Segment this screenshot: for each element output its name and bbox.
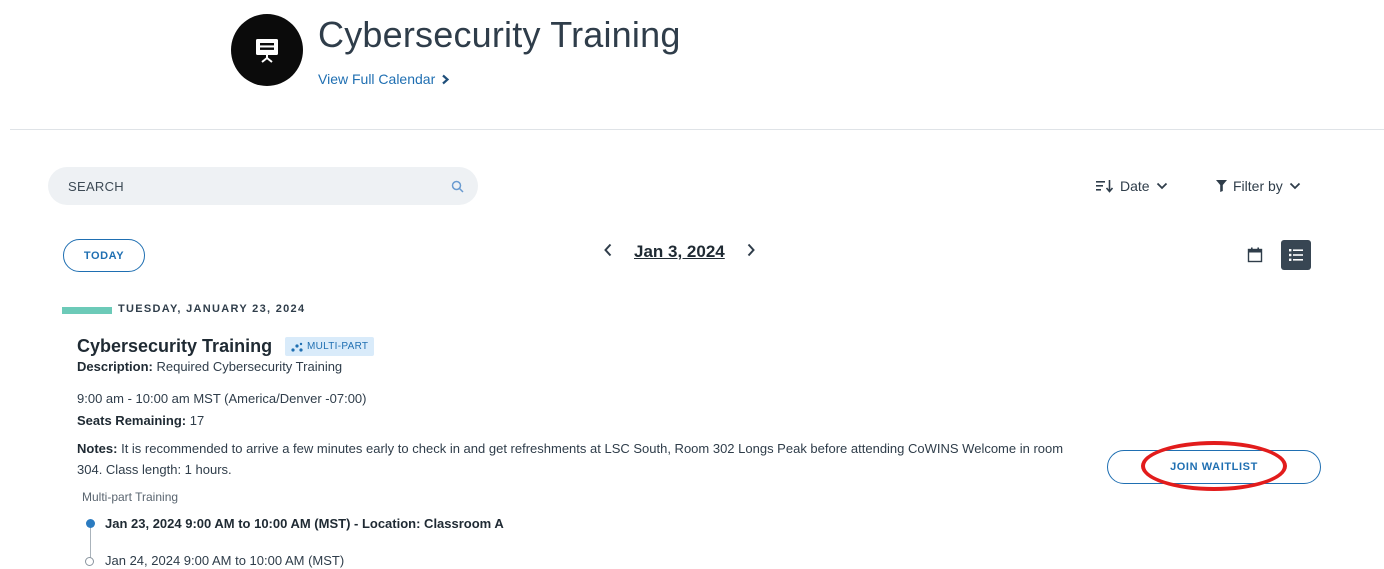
sort-label: Date [1120,178,1150,194]
join-waitlist-button[interactable]: JOIN WAITLIST [1107,450,1321,484]
chevron-down-icon [1156,182,1167,190]
current-date[interactable]: Jan 3, 2024 [634,242,725,262]
event-title[interactable]: Cybersecurity Training [77,336,272,357]
session-item: Jan 24, 2024 9:00 AM to 10:00 AM (MST) [105,553,345,568]
header-divider [10,129,1384,130]
presentation-board-icon [256,39,278,63]
multi-part-heading: Multi-part Training [82,490,179,504]
filter-dropdown[interactable]: Filter by [1216,178,1301,194]
timeline-dot [85,557,94,566]
multi-part-badge-label: MULTI-PART [307,341,369,352]
event-description: Description: Required Cybersecurity Trai… [77,359,342,374]
chevron-right-icon [442,74,450,84]
description-label: Description: [77,359,153,374]
sort-dropdown[interactable]: Date [1096,178,1168,194]
search-input[interactable] [66,177,451,195]
chevron-left-icon [604,243,612,257]
calendar-view-button[interactable] [1240,240,1270,270]
multi-part-icon [291,342,303,352]
list-view-button[interactable] [1281,240,1311,270]
view-full-calendar-label: View Full Calendar [318,71,436,87]
filter-label: Filter by [1233,178,1283,194]
filter-icon [1216,180,1227,192]
seats-label: Seats Remaining: [77,413,187,428]
logo [231,14,303,86]
calendar-icon [1247,247,1263,263]
notes-text: It is recommended to arrive a few minute… [77,441,1064,477]
timeline-dot-active [86,519,95,528]
seats-value: 17 [189,413,205,428]
chevron-right-icon [747,243,755,257]
page-title: Cybersecurity Training [318,14,681,55]
view-full-calendar-link[interactable]: View Full Calendar [318,71,450,87]
list-icon [1289,249,1303,261]
search-bar[interactable] [48,167,478,205]
description-text: Required Cybersecurity Training [156,359,343,374]
session-item: Jan 23, 2024 9:00 AM to 10:00 AM (MST) -… [105,516,504,531]
next-date-button[interactable] [743,240,759,263]
timeline-connector [90,525,91,561]
event-time: 9:00 am - 10:00 am MST (America/Denver -… [77,391,367,406]
day-heading: TUESDAY, JANUARY 23, 2024 [118,303,306,315]
day-marker-bar [62,307,112,314]
chevron-down-icon [1289,182,1300,190]
notes-label: Notes: [77,441,118,456]
date-navigation: Jan 3, 2024 [600,240,759,263]
today-button[interactable]: TODAY [63,239,145,272]
search-icon[interactable] [451,180,464,193]
seats-remaining: Seats Remaining: 17 [77,413,204,428]
previous-date-button[interactable] [600,240,616,263]
event-notes: Notes: It is recommended to arrive a few… [77,438,1067,480]
multi-part-badge: MULTI-PART [285,337,375,356]
sort-icon [1096,180,1114,193]
